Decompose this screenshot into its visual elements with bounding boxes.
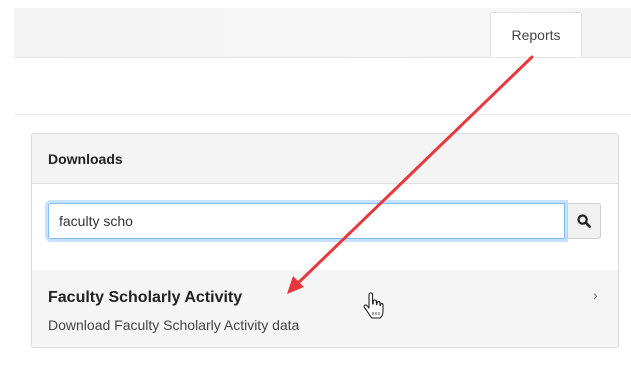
tab-reports-label: Reports bbox=[511, 27, 561, 43]
list-item[interactable]: Faculty Scholarly Activity Download Facu… bbox=[32, 270, 618, 347]
search-button[interactable] bbox=[567, 203, 601, 239]
search-row bbox=[32, 184, 618, 270]
tab-reports[interactable]: Reports bbox=[490, 12, 582, 57]
downloads-title: Downloads bbox=[48, 150, 123, 167]
downloads-card-header: Downloads bbox=[32, 134, 618, 184]
result-title: Faculty Scholarly Activity bbox=[48, 289, 243, 306]
hand-pointer-icon bbox=[363, 292, 384, 319]
page: Reports Downloads Faculty Scholarly Acti… bbox=[0, 0, 631, 381]
result-description: Download Faculty Scholarly Activity data bbox=[48, 317, 300, 333]
chevron-right-icon: › bbox=[593, 287, 598, 303]
search-icon bbox=[577, 214, 591, 228]
search-input[interactable] bbox=[48, 203, 565, 239]
downloads-card: Downloads Faculty Scholarly Activity Dow… bbox=[31, 133, 619, 348]
section-divider bbox=[14, 114, 631, 115]
